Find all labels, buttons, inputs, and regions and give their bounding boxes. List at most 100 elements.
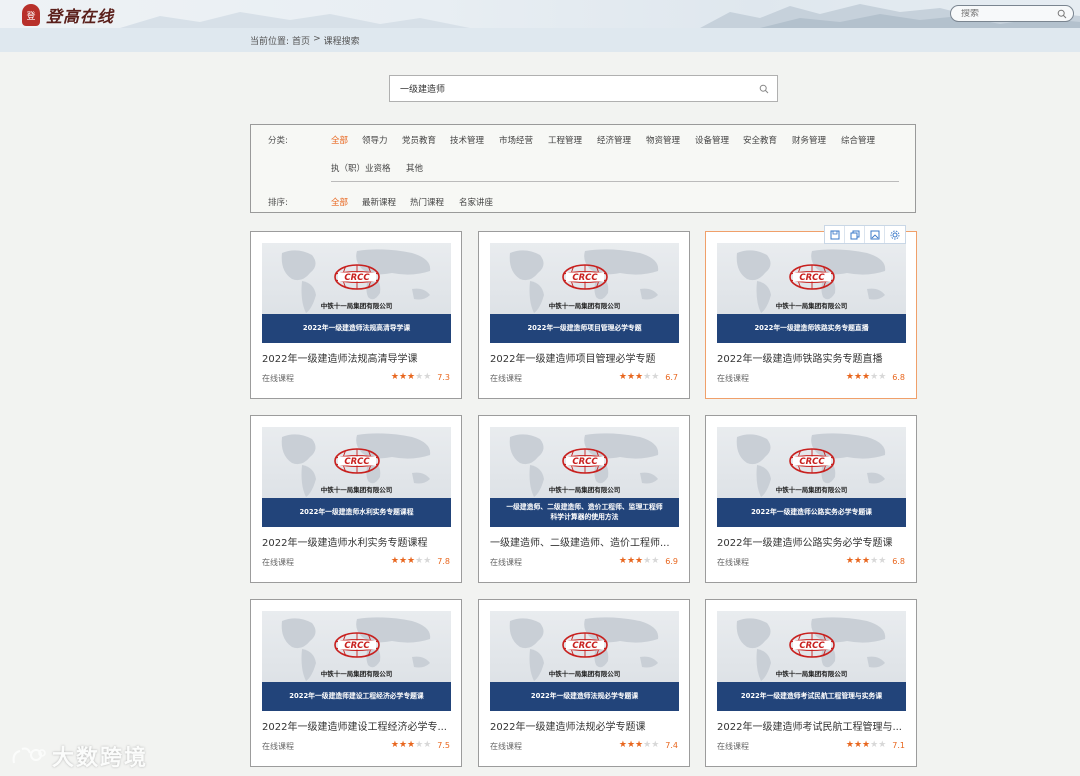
- crcc-logo-icon: CRCC: [789, 448, 835, 474]
- breadcrumb-home[interactable]: 首页: [292, 34, 310, 47]
- breadcrumb-separator: >: [313, 34, 321, 44]
- star-icon: ★: [390, 372, 399, 382]
- star-icon: ★: [626, 556, 636, 566]
- filter-item[interactable]: 党员教育: [402, 134, 436, 146]
- filter-item[interactable]: 执（职）业资格: [331, 162, 391, 174]
- filter-item[interactable]: 其他: [406, 162, 423, 174]
- star-icon: ★: [878, 740, 887, 750]
- course-search-input[interactable]: [400, 83, 759, 94]
- course-thumbnail[interactable]: CRCC 中铁十一局集团有限公司 2022年一级建造师水利实务专题课程: [262, 427, 451, 527]
- course-card[interactable]: CRCC 中铁十一局集团有限公司 2022年一级建造师考试民航工程管理与实务课 202…: [705, 599, 917, 767]
- course-rating: ★ ★ ★ ★ ★ 7.5: [391, 740, 450, 751]
- filter-item[interactable]: 最新课程: [362, 196, 396, 208]
- save-icon[interactable]: [825, 226, 845, 243]
- course-title[interactable]: 2022年一级建造师考试民航工程管理与...: [717, 718, 907, 733]
- course-title[interactable]: 2022年一级建造师铁路实务专题直播: [717, 350, 907, 365]
- search-icon[interactable]: [1057, 9, 1067, 19]
- thumbnail-company-name: 中铁十一局集团有限公司: [548, 670, 621, 678]
- star-icon: ★: [398, 740, 408, 750]
- course-card[interactable]: CRCC 中铁十一局集团有限公司 2022年一级建造师建设工程经济必学专题课 2022…: [250, 599, 462, 767]
- star-icon: ★: [415, 556, 424, 566]
- copy-icon[interactable]: [845, 226, 865, 243]
- star-icon: ★: [407, 740, 416, 750]
- star-icon: ★: [870, 372, 879, 382]
- course-card[interactable]: CRCC 中铁十一局集团有限公司 一级建造师、二级建造师、造价工程师、监理工程师科学…: [478, 415, 690, 583]
- site-logo[interactable]: 登 登高在线: [22, 3, 114, 27]
- course-thumbnail[interactable]: CRCC 中铁十一局集团有限公司 一级建造师、二级建造师、造价工程师、监理工程师科学…: [490, 427, 679, 527]
- course-thumbnail[interactable]: CRCC 中铁十一局集团有限公司 2022年一级建造师法规高清导学课: [262, 243, 451, 343]
- filter-item[interactable]: 热门课程: [410, 196, 444, 208]
- thumbnail-banner: 2022年一级建造师水利实务专题课程: [262, 498, 451, 527]
- filter-item[interactable]: 全部: [331, 134, 348, 146]
- filter-item[interactable]: 技术管理: [450, 134, 484, 146]
- course-title[interactable]: 2022年一级建造师项目管理必学专题: [490, 350, 680, 365]
- thumbnail-company-name: 中铁十一局集团有限公司: [775, 302, 848, 310]
- course-thumbnail[interactable]: CRCC 中铁十一局集团有限公司 2022年一级建造师建设工程经济必学专题课: [262, 611, 451, 711]
- star-icon: ★: [643, 556, 652, 566]
- course-rating: ★ ★ ★ ★ ★ 6.9: [619, 556, 678, 567]
- crcc-logo-icon: CRCC: [334, 264, 380, 290]
- course-type: 在线课程: [490, 558, 522, 567]
- course-card[interactable]: CRCC 中铁十一局集团有限公司 2022年一级建造师项目管理必学专题 2022年一级…: [478, 231, 690, 399]
- thumbnail-company-name: 中铁十一局集团有限公司: [548, 486, 621, 494]
- category-label: 分类:: [268, 136, 288, 146]
- breadcrumb-prefix: 当前位置:: [250, 37, 290, 47]
- filter-item[interactable]: 财务管理: [792, 134, 826, 146]
- course-title[interactable]: 2022年一级建造师水利实务专题课程: [262, 534, 452, 549]
- filter-item[interactable]: 综合管理: [841, 134, 875, 146]
- screenshot-icon[interactable]: [865, 226, 885, 243]
- thumbnail-banner: 2022年一级建造师项目管理必学专题: [490, 314, 679, 343]
- breadcrumb: 当前位置: 首页 > 课程搜索: [250, 34, 360, 47]
- crcc-logo-icon: CRCC: [562, 264, 608, 290]
- course-rating: ★ ★ ★ ★ ★ 6.8: [845, 372, 905, 383]
- course-card[interactable]: CRCC 中铁十一局集团有限公司 2022年一级建造师法规必学专题课 2022年一级建…: [478, 599, 690, 767]
- course-thumbnail[interactable]: CRCC 中铁十一局集团有限公司 2022年一级建造师公路实务必学专题课: [717, 427, 906, 527]
- filter-item[interactable]: 物资管理: [646, 134, 680, 146]
- filter-item[interactable]: 经济管理: [597, 134, 631, 146]
- star-icon: ★: [845, 372, 854, 382]
- star-icon: ★: [651, 740, 660, 750]
- course-card[interactable]: CRCC 中铁十一局集团有限公司 2022年一级建造师公路实务必学专题课 2022年一…: [705, 415, 917, 583]
- filter-item[interactable]: 全部: [331, 196, 348, 208]
- course-title[interactable]: 2022年一级建造师公路实务必学专题课: [717, 534, 907, 549]
- breadcrumb-bar: 当前位置: 首页 > 课程搜索: [0, 28, 1080, 52]
- course-type: 在线课程: [262, 374, 294, 383]
- filter-item[interactable]: 设备管理: [695, 134, 729, 146]
- filter-item[interactable]: 工程管理: [548, 134, 582, 146]
- star-icon: ★: [853, 740, 863, 750]
- filter-item[interactable]: 市场经营: [499, 134, 533, 146]
- star-icon: ★: [407, 556, 416, 566]
- star-icon: ★: [626, 740, 636, 750]
- settings-icon[interactable]: [885, 226, 905, 243]
- course-card[interactable]: CRCC 中铁十一局集团有限公司 2022年一级建造师法规高清导学课 2022年一级建…: [250, 231, 462, 399]
- course-search-box[interactable]: [389, 75, 778, 102]
- course-rating: ★ ★ ★ ★ ★ 6.8: [846, 557, 905, 567]
- course-rating: ★ ★ ★ ★ ★ 6.7: [619, 372, 678, 383]
- course-thumbnail[interactable]: CRCC 中铁十一局集团有限公司 2022年一级建造师项目管理必学专题: [490, 243, 679, 343]
- search-icon[interactable]: [759, 84, 769, 94]
- thumbnail-banner: 一级建造师、二级建造师、造价工程师、监理工程师科学计算器的使用方法: [490, 498, 679, 527]
- filter-item[interactable]: 领导力: [362, 134, 388, 146]
- filter-item[interactable]: 安全教育: [743, 134, 777, 146]
- course-thumbnail[interactable]: CRCC 中铁十一局集团有限公司 2022年一级建造师铁路实务专题直播: [717, 243, 906, 343]
- crcc-logo-icon: CRCC: [789, 632, 835, 658]
- course-title[interactable]: 一级建造师、二级建造师、造价工程师...: [490, 534, 680, 549]
- course-title[interactable]: 2022年一级建造师法规必学专题课: [490, 718, 680, 733]
- course-thumbnail[interactable]: CRCC 中铁十一局集团有限公司 2022年一级建造师法规必学专题课: [490, 611, 679, 711]
- course-thumbnail[interactable]: CRCC 中铁十一局集团有限公司 2022年一级建造师考试民航工程管理与实务课: [717, 611, 906, 711]
- star-icon: ★: [643, 372, 652, 382]
- breadcrumb-current: 课程搜索: [323, 37, 360, 47]
- thumbnail-banner: 2022年一级建造师公路实务必学专题课: [717, 498, 906, 527]
- header-search-input[interactable]: [961, 8, 1057, 19]
- star-icon: ★: [878, 372, 887, 382]
- course-card[interactable]: CRCC 中铁十一局集团有限公司 2022年一级建造师水利实务专题课程 2022年一级…: [250, 415, 462, 583]
- course-title[interactable]: 2022年一级建造师建设工程经济必学专...: [262, 718, 452, 733]
- header-search[interactable]: [950, 5, 1074, 22]
- watermark-text: 大数跨境: [52, 746, 149, 771]
- star-icon: ★: [651, 556, 660, 566]
- course-title[interactable]: 2022年一级建造师法规高清导学课: [262, 350, 452, 365]
- thumbnail-banner: 2022年一级建造师铁路实务专题直播: [717, 314, 906, 343]
- filter-item[interactable]: 名家讲座: [459, 196, 493, 208]
- course-card[interactable]: CRCC 中铁十一局集团有限公司 2022年一级建造师铁路实务专题直播 2022年一级…: [705, 231, 917, 399]
- thumbnail-banner: 2022年一级建造师法规必学专题课: [490, 682, 679, 711]
